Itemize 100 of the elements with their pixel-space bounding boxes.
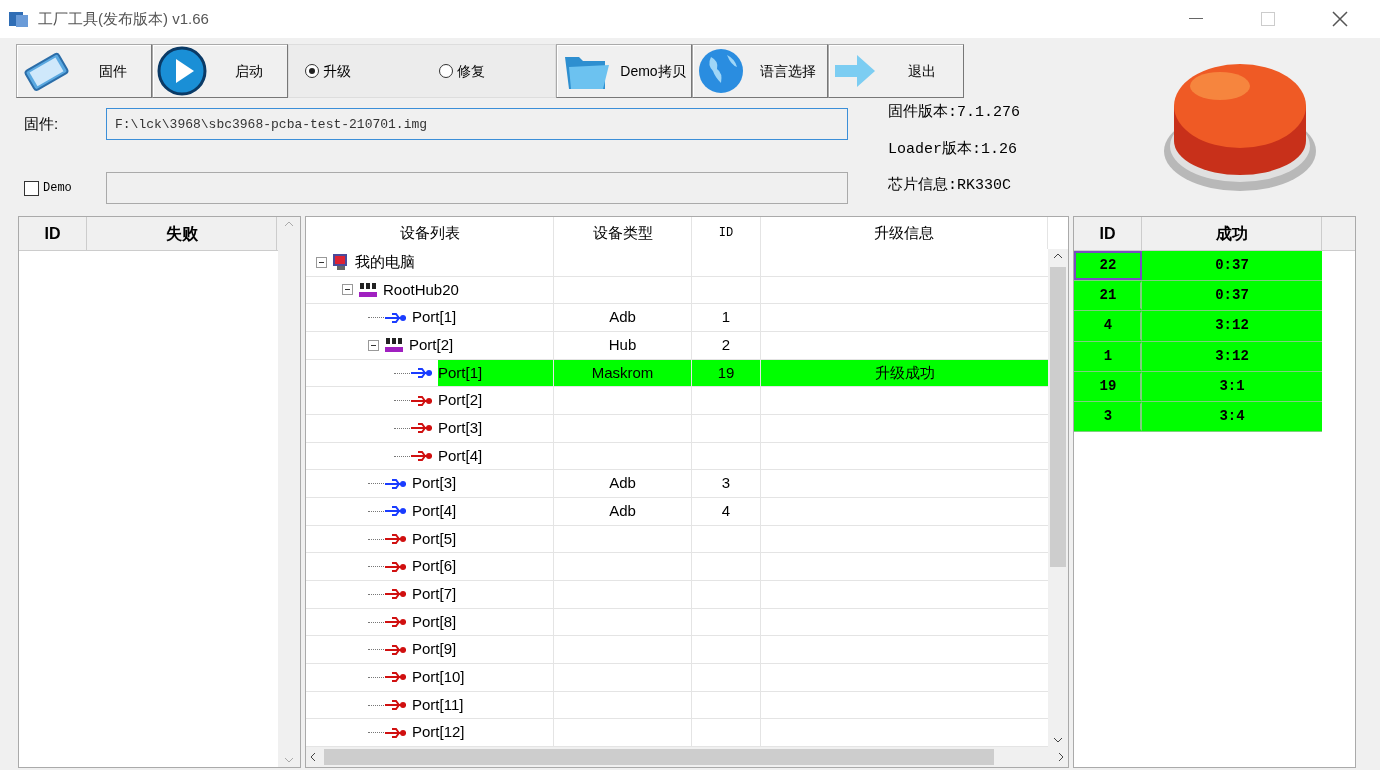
info-text: 固件版本:7.1.276	[888, 102, 1020, 123]
table-cell-text: 0:37	[1214, 256, 1250, 276]
tree-node-label: Port[4]	[412, 501, 458, 522]
close-icon	[1332, 11, 1348, 27]
tree-node-label: Port[8]	[412, 611, 458, 632]
success-row[interactable]: 21 0:37	[1074, 281, 1322, 312]
hub-icon	[357, 280, 379, 300]
table-cell-text: 3:12	[1214, 316, 1250, 336]
tree-node-label: Port[4]	[438, 445, 484, 466]
horizontal-scrollbar[interactable]	[306, 747, 1068, 767]
tree-node-label: Port[9]	[412, 639, 458, 660]
toolbar-button[interactable]: 退出	[828, 44, 964, 98]
table-cell-text: 3:4	[1218, 407, 1246, 427]
collapse-toggle-icon[interactable]	[342, 284, 353, 296]
table-cell: 19	[1074, 371, 1142, 401]
scroll-thumb[interactable]	[1050, 267, 1066, 567]
toolbar-button[interactable]: 启动	[152, 44, 288, 98]
maximize-icon	[1261, 12, 1275, 26]
firmware-label: 固件:	[23, 113, 60, 134]
device-row[interactable]: Port[1] Adb 1	[306, 304, 1048, 332]
column-header[interactable]: 升级信息	[761, 217, 1048, 249]
tree-node-label: Port[1]	[412, 307, 458, 328]
device-row[interactable]: Port[4]	[306, 442, 1048, 471]
device-row[interactable]: Port[8]	[306, 608, 1048, 637]
table-cell: Maskrom	[554, 359, 692, 387]
column-header[interactable]: 成功	[1142, 217, 1322, 250]
tree-node-label: Port[2]	[409, 335, 455, 356]
tree-node-label: Port[1]	[438, 359, 553, 387]
device-row[interactable]: Port[2] Hub 2	[306, 332, 1048, 360]
window-title: 工厂工具(发布版本) v1.66	[38, 8, 209, 29]
device-row[interactable]: Port[3]	[306, 415, 1048, 443]
table-cell-text: 3:1	[1218, 376, 1246, 396]
tree-node-label: Port[5]	[412, 528, 458, 549]
success-row[interactable]: 3 3:4	[1074, 401, 1322, 433]
column-header[interactable]: 设备列表	[306, 217, 554, 249]
table-cell: 22	[1074, 251, 1142, 281]
firmware-path-field[interactable]: F:\lck\3968\sbc3968-pcba-test-210701.img	[106, 108, 848, 140]
table-cell-text: 3:12	[1214, 346, 1250, 366]
tree-node-label: Port[7]	[412, 584, 458, 605]
table-cell: 19	[692, 359, 761, 387]
column-header[interactable]: 设备类型	[554, 217, 692, 249]
table-cell: 3	[1074, 401, 1142, 432]
toolbar-button[interactable]: 固件	[16, 44, 152, 98]
toolbar-button[interactable]: Demo拷贝	[556, 44, 692, 98]
table-cell: 4	[1074, 311, 1142, 341]
device-row[interactable]: Port[1] Maskrom 19 升级成功	[306, 359, 1048, 388]
toolbar-button[interactable]: 语言选择	[692, 44, 828, 98]
device-row[interactable]: Port[5]	[306, 525, 1048, 554]
minimize-icon	[1189, 18, 1203, 20]
scrollbar[interactable]	[278, 217, 300, 767]
table-cell: 3	[692, 470, 761, 498]
tree-node-label: Port[10]	[412, 667, 466, 688]
device-row[interactable]: Port[11]	[306, 691, 1048, 720]
success-row[interactable]: 22 0:37	[1074, 251, 1322, 282]
play-icon	[157, 46, 207, 96]
device-row[interactable]: 我的电脑	[306, 249, 1048, 277]
device-row[interactable]: Port[7]	[306, 581, 1048, 609]
tree-node-label: Port[2]	[438, 390, 484, 411]
device-row[interactable]: Port[2]	[306, 387, 1048, 415]
table-cell: Adb	[554, 498, 692, 525]
table-cell: Adb	[554, 470, 692, 498]
device-row[interactable]: Port[9]	[306, 636, 1048, 665]
column-header[interactable]: 失败	[87, 217, 277, 250]
demo-checkbox[interactable]: Demo	[16, 179, 106, 197]
demo-path-field[interactable]	[106, 172, 848, 204]
success-row[interactable]: 1 3:12	[1074, 341, 1322, 372]
tree-node-label: Port[12]	[412, 722, 466, 743]
device-row[interactable]: Port[3] Adb 3	[306, 470, 1048, 499]
success-row[interactable]: 4 3:12	[1074, 311, 1322, 342]
column-header[interactable]: ID	[692, 217, 761, 249]
arrow-right-icon	[833, 53, 877, 89]
radio-option[interactable]: 修复	[439, 60, 485, 82]
info-text: 芯片信息:RK330C	[888, 175, 1012, 196]
table-cell: 1	[692, 304, 761, 331]
device-row[interactable]: RootHub20	[306, 276, 1048, 305]
app-icon	[8, 9, 30, 29]
tree-node-label: Port[3]	[438, 418, 484, 439]
device-row[interactable]: Port[6]	[306, 553, 1048, 582]
success-row[interactable]: 19 3:1	[1074, 371, 1322, 402]
tree-node-label: 我的电脑	[355, 252, 416, 273]
info-text: Loader版本:1.26	[888, 139, 1019, 160]
table-cell: 2	[692, 332, 761, 359]
collapse-toggle-icon[interactable]	[316, 256, 327, 268]
table-cell: Adb	[554, 304, 692, 331]
tree-node-label: Port[6]	[412, 556, 458, 577]
collapse-toggle-icon[interactable]	[368, 339, 379, 351]
column-header[interactable]: ID	[19, 217, 87, 250]
globe-icon	[697, 47, 745, 95]
device-row[interactable]: Port[4] Adb 4	[306, 498, 1048, 526]
table-cell-text: 0:37	[1214, 286, 1250, 306]
device-row[interactable]: Port[10]	[306, 664, 1048, 692]
tree-node-label: RootHub20	[383, 279, 460, 300]
scroll-thumb[interactable]	[324, 749, 994, 765]
tree-node-label: Port[3]	[412, 473, 458, 494]
table-cell: 1	[1074, 341, 1142, 371]
vertical-scrollbar[interactable]	[1048, 249, 1068, 747]
tree-node-label: Port[11]	[412, 694, 465, 715]
table-cell: Hub	[554, 332, 692, 359]
column-header[interactable]: ID	[1074, 217, 1142, 250]
radio-option[interactable]: 升级	[305, 60, 351, 82]
